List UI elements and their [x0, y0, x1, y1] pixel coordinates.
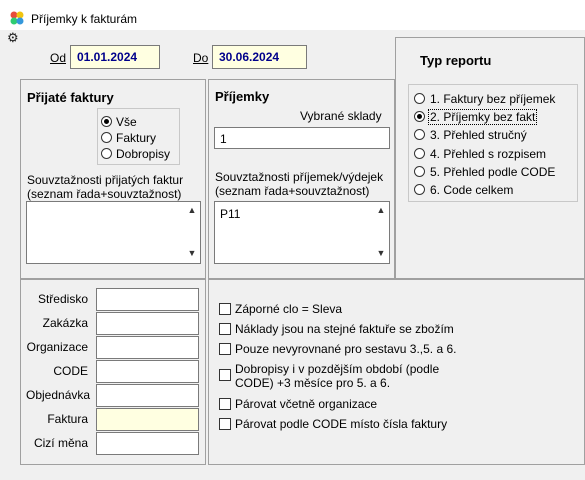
zakazka-label: Zakázka: [42, 316, 88, 330]
prijemky-souvz-value: P11: [220, 207, 241, 221]
check-organizace-box[interactable]: [219, 398, 231, 410]
scroll-up-icon[interactable]: [375, 205, 387, 217]
od-label: Od: [50, 51, 67, 65]
app-icon: [9, 10, 25, 26]
typ-option-5[interactable]: 5. Přehled podle CODE: [414, 165, 574, 179]
faktura-input[interactable]: [96, 408, 199, 431]
typ-reportu-title: Typ reportu: [420, 53, 492, 68]
radio-vse-button[interactable]: [101, 116, 112, 127]
typ-option-6-button[interactable]: [414, 184, 425, 195]
prijemky-title: Příjemky: [215, 89, 270, 104]
check-zaporne-clo-box[interactable]: [219, 303, 231, 315]
typ-option-2[interactable]: 2. Příjemky bez fakt: [414, 109, 574, 125]
check-zaporne-clo-label: Záporné clo = Sleva: [235, 302, 343, 316]
check-dobropisy-box[interactable]: [219, 369, 231, 381]
radio-vse[interactable]: Vše: [101, 115, 171, 129]
organizace-input[interactable]: [96, 336, 199, 359]
prijemky-souvz-textarea[interactable]: P11: [214, 201, 390, 264]
cizi-mena-label: Cizí měna: [33, 436, 88, 450]
objednavka-label: Objednávka: [26, 388, 91, 402]
typ-option-4[interactable]: 4. Přehled s rozpisem: [414, 147, 574, 161]
radio-vse-label: Vše: [116, 115, 137, 129]
check-code-label: Párovat podle CODE místo čísla faktury: [235, 417, 448, 431]
typ-option-3[interactable]: 3. Přehled stručný: [414, 128, 574, 142]
window-title: Příjemky k fakturám: [31, 12, 138, 26]
stredisko-label: Středisko: [37, 292, 88, 306]
check-code[interactable]: Párovat podle CODE místo čísla faktury: [219, 417, 519, 431]
typ-option-1-label: 1. Faktury bez příjemek: [430, 92, 556, 106]
radio-dobropisy[interactable]: Dobropisy: [101, 147, 176, 161]
radio-dobropisy-button[interactable]: [101, 148, 112, 159]
check-nevyrovnane-label: Pouze nevyrovnané pro sestavu 3.,5. a 6.: [235, 342, 457, 356]
radio-faktury-label: Faktury: [116, 131, 157, 145]
code-label: CODE: [53, 364, 88, 378]
typ-option-4-label: 4. Přehled s rozpisem: [430, 147, 547, 161]
prijemky-souvz-label-2: (seznam řada+souvztažnost): [215, 184, 370, 198]
prijate-faktury-title: Přijaté faktury: [27, 90, 114, 105]
typ-option-5-button[interactable]: [414, 166, 425, 177]
stredisko-input[interactable]: [96, 288, 199, 311]
typ-option-6[interactable]: 6. Code celkem: [414, 183, 574, 197]
typ-option-4-button[interactable]: [414, 148, 425, 159]
scroll-down-icon[interactable]: [375, 248, 387, 260]
radio-faktury-button[interactable]: [101, 132, 112, 143]
check-organizace[interactable]: Párovat včetně organizace: [219, 397, 519, 411]
typ-option-6-label: 6. Code celkem: [430, 183, 514, 197]
cizi-mena-input[interactable]: [96, 432, 199, 455]
check-naklady-label: Náklady jsou na stejné faktuře se zbožím: [235, 322, 454, 336]
od-date-input[interactable]: 01.01.2024: [70, 45, 160, 69]
check-dobropisy-label-2: CODE) +3 měsíce pro 5. a 6.: [235, 376, 391, 390]
prijate-souvz-label: Souvztažnosti přijatých faktur: [27, 173, 184, 187]
code-input[interactable]: [96, 360, 199, 383]
check-dobropisy-label: Dobropisy i v pozdějším období (podle: [235, 362, 440, 376]
check-nevyrovnane[interactable]: Pouze nevyrovnané pro sestavu 3.,5. a 6.: [219, 342, 519, 356]
typ-option-5-label: 5. Přehled podle CODE: [430, 165, 556, 179]
do-label: Do: [193, 51, 209, 65]
sklady-label: Vybrané sklady: [300, 109, 382, 123]
typ-option-2-button[interactable]: [414, 111, 425, 122]
sklady-input[interactable]: 1: [214, 127, 390, 149]
organizace-label: Organizace: [26, 340, 88, 354]
typ-option-1[interactable]: 1. Faktury bez příjemek: [414, 92, 574, 106]
check-code-box[interactable]: [219, 418, 231, 430]
faktura-label: Faktura: [47, 412, 88, 426]
radio-faktury[interactable]: Faktury: [101, 131, 171, 145]
typ-option-2-label: 2. Příjemky bez fakt: [427, 109, 538, 125]
check-naklady[interactable]: Náklady jsou na stejné faktuře se zbožím: [219, 322, 519, 336]
gear-icon[interactable]: ⚙: [7, 31, 21, 45]
radio-dobropisy-label: Dobropisy: [116, 147, 171, 161]
check-organizace-label: Párovat včetně organizace: [235, 397, 378, 411]
check-dobropisy[interactable]: Dobropisy i v pozdějším období (podle CO…: [219, 362, 519, 390]
check-zaporne-clo[interactable]: Záporné clo = Sleva: [219, 302, 519, 316]
prijate-souvz-textarea[interactable]: [26, 201, 201, 264]
scroll-up-icon[interactable]: [186, 205, 198, 217]
scroll-down-icon[interactable]: [186, 248, 198, 260]
typ-option-3-label: 3. Přehled stručný: [430, 128, 527, 142]
typ-option-1-button[interactable]: [414, 93, 425, 104]
check-naklady-box[interactable]: [219, 323, 231, 335]
prijate-souvz-label-2: (seznam řada+souvztažnost): [27, 187, 182, 201]
do-date-input[interactable]: 30.06.2024: [212, 45, 307, 69]
typ-option-3-button[interactable]: [414, 129, 425, 140]
check-nevyrovnane-box[interactable]: [219, 343, 231, 355]
objednavka-input[interactable]: [96, 384, 199, 407]
zakazka-input[interactable]: [96, 312, 199, 335]
prijemky-souvz-label: Souvztažnosti příjemek/výdejek: [215, 170, 384, 184]
